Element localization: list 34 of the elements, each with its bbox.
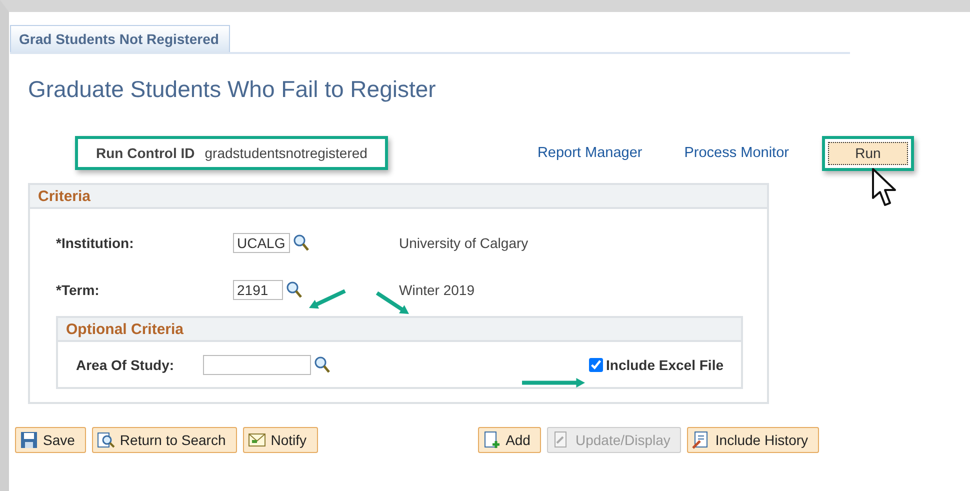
envelope-icon [248,431,266,449]
magnifier-page-icon [96,431,115,449]
field-label: Area Of Study: [76,356,176,372]
excel-checkbox[interactable] [589,358,603,372]
field-description: University of Calgary [399,234,528,250]
toolbar-button[interactable]: Notify [242,427,318,453]
checkbox-label: Include Excel File [606,356,724,372]
field-description: Winter 2019 [399,282,474,298]
annotation-arrow [308,290,346,310]
code-field[interactable]: 2191 [233,280,283,300]
report-link[interactable]: Process Monitor [684,145,789,161]
report-link[interactable]: Report Manager [537,145,642,161]
run-control-label: Run Control ID [96,145,195,161]
section-title: Criteria [38,188,91,204]
area-of-study-field[interactable] [203,354,311,374]
mouse-cursor-icon [872,168,898,208]
page-title: Graduate Students Who Fail to Register [28,76,437,103]
code-field[interactable]: UCALG [233,232,290,252]
field-label: *Term: [56,282,100,298]
page-tab[interactable]: Grad Students Not Registered [10,25,230,52]
search-icon[interactable] [314,356,330,373]
toolbar-button[interactable]: Add [478,427,542,453]
search-icon[interactable] [293,234,309,251]
page-icon [692,431,710,449]
run-button[interactable]: Run [828,142,908,164]
section-title: Optional Criteria [66,320,184,338]
run-control-value: gradstudentsnotregistered [204,145,368,161]
toolbar-button[interactable]: Save [15,427,86,453]
annotation-arrow [521,377,586,389]
field-label: *Institution: [56,234,135,250]
add-page-icon [482,431,501,449]
toolbar-button[interactable]: Return to Search [92,427,237,453]
search-icon[interactable] [286,281,302,298]
toolbar-button[interactable]: Include History [687,427,820,453]
